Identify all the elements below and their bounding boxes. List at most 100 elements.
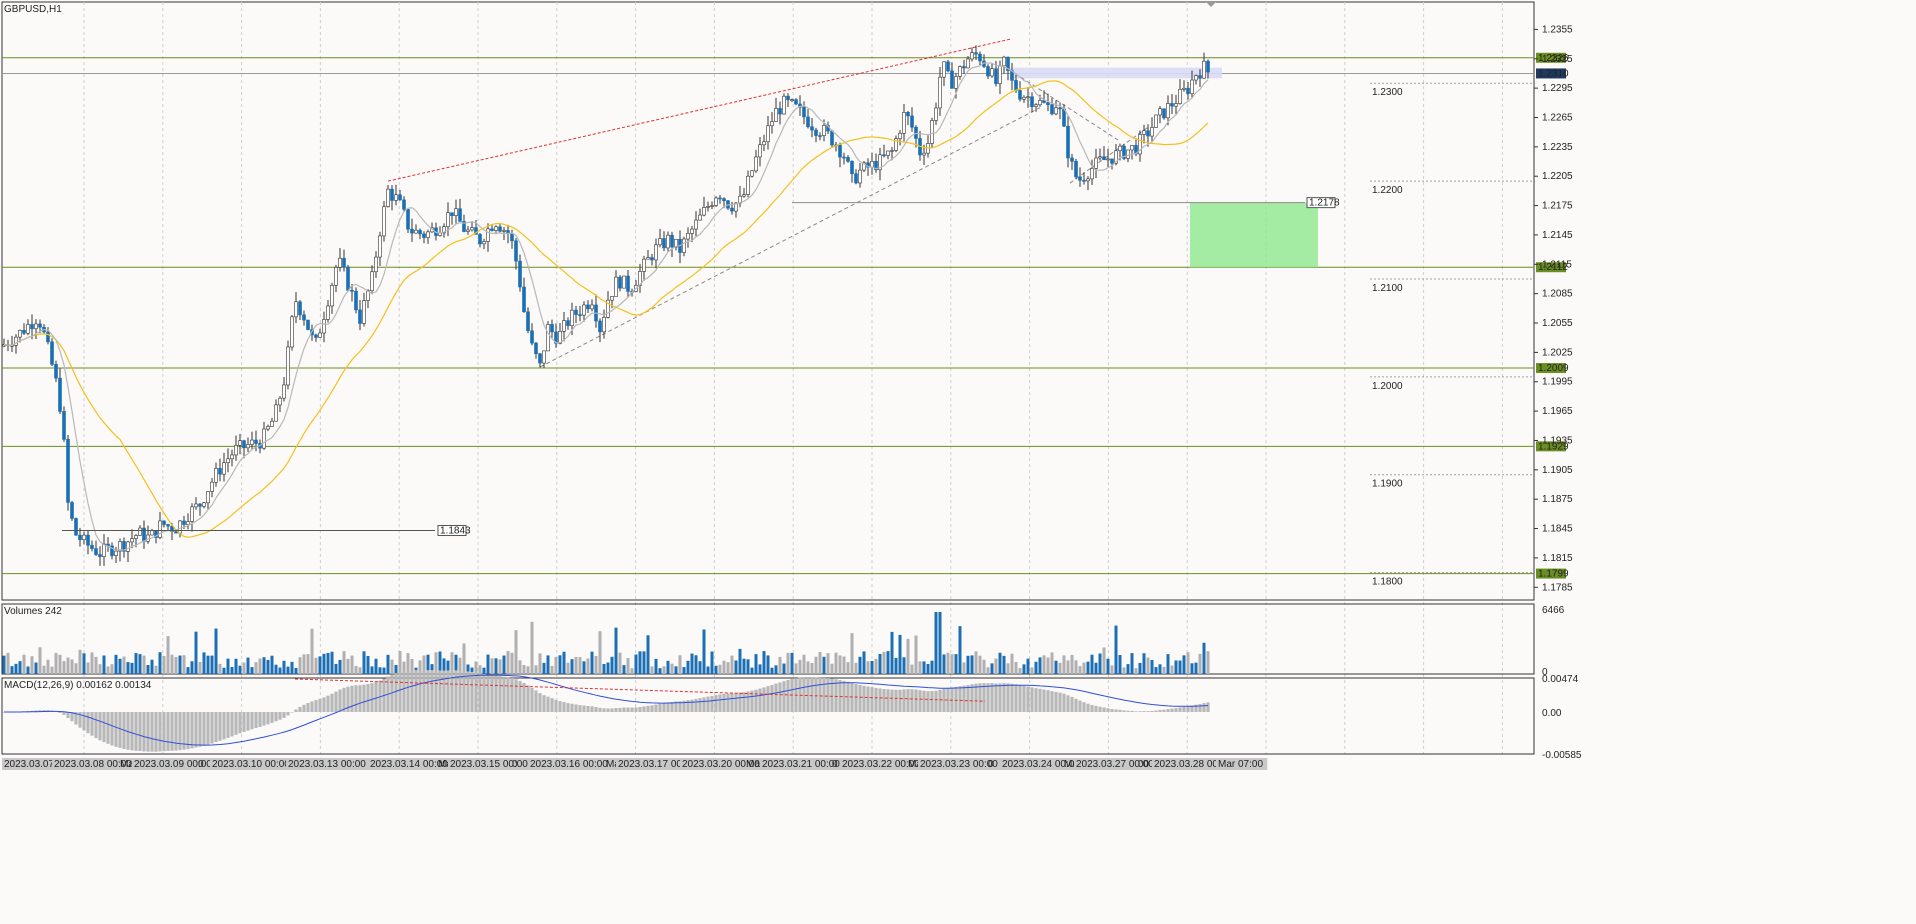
bull-candle: [870, 161, 874, 168]
volume-bar: [294, 667, 298, 674]
macd-histogram-bar: [858, 684, 862, 713]
annotation-label: 1.1843: [440, 526, 471, 537]
volume-bar: [134, 653, 138, 674]
volume-bar: [782, 663, 786, 674]
bull-candle: [666, 234, 670, 249]
volume-bar: [942, 654, 946, 674]
bear-candle: [298, 301, 302, 316]
volume-bar: [1086, 661, 1090, 674]
volume-bar: [1126, 664, 1130, 674]
volume-bar: [326, 653, 330, 674]
volume-bar: [518, 660, 522, 674]
macd-histogram-bar: [230, 712, 234, 737]
bear-candle: [254, 439, 258, 444]
macd-histogram-bar: [898, 689, 902, 713]
time-label: 2023.03.23 00:00: [920, 759, 998, 770]
volume-bar: [6, 652, 10, 674]
macd-histogram-bar: [86, 712, 90, 734]
bear-candle: [882, 154, 886, 157]
volume-bar: [958, 626, 962, 674]
macd-histogram-bar: [546, 696, 550, 713]
volume-bar: [622, 665, 626, 674]
volume-bar: [950, 654, 954, 674]
volume-bar: [306, 654, 310, 674]
volume-bar: [338, 659, 342, 674]
volume-bar: [290, 661, 294, 674]
bear-candle: [722, 198, 726, 202]
volume-bar: [482, 667, 486, 674]
bear-candle: [578, 314, 582, 316]
volume-bar: [970, 655, 974, 674]
chart-window[interactable]: 1.2300 1.2200 1.2100 1.2000 1.1900 1.1800 1.23…: [0, 0, 1916, 924]
volume-bar: [918, 661, 922, 674]
volume-bar: [1158, 664, 1162, 674]
volume-bar: [242, 662, 246, 674]
macd-histogram-bar: [1010, 683, 1014, 713]
bull-candle: [654, 244, 658, 261]
volume-bar: [1022, 664, 1026, 674]
macd-histogram-bar: [1182, 706, 1186, 713]
macd-histogram-bar: [226, 712, 230, 738]
volume-bar: [922, 661, 926, 674]
volume-bar: [670, 663, 674, 674]
volume-bar: [230, 667, 234, 674]
volume-bar: [702, 629, 706, 674]
bull-candle: [658, 238, 662, 246]
volume-bar: [1118, 654, 1122, 674]
volume-bar: [974, 651, 978, 674]
macd-histogram-bar: [262, 712, 266, 726]
bull-candle: [1002, 56, 1006, 67]
volume-bar: [1026, 658, 1030, 674]
bear-candle: [30, 324, 34, 330]
volume-bar: [50, 666, 54, 674]
volume-bar: [226, 658, 230, 674]
bear-candle: [418, 229, 422, 235]
price-tick-label: 1.1965: [1542, 406, 1573, 417]
macd-histogram-bar: [374, 681, 378, 713]
bear-candle: [626, 275, 630, 292]
volume-bar: [486, 654, 490, 674]
macd-histogram-bar: [566, 703, 570, 713]
volume-tick-label: 6466: [1542, 605, 1565, 616]
volume-bar: [626, 658, 630, 674]
volume-bar: [510, 652, 514, 674]
volume-bar: [710, 651, 714, 674]
macd-histogram-bar: [818, 677, 822, 713]
volume-bar: [310, 628, 314, 674]
gbpusd-chart[interactable]: 1.2300 1.2200 1.2100 1.2000 1.1900 1.1800 1.23…: [0, 0, 1916, 924]
macd-histogram-bar: [210, 712, 214, 744]
volume-bar: [802, 654, 806, 674]
bull-candle: [610, 296, 614, 301]
macd-histogram-bar: [870, 687, 874, 713]
bull-candle: [686, 233, 690, 240]
macd-histogram-bar: [106, 712, 110, 744]
bear-candle: [1198, 75, 1202, 79]
macd-histogram-bar: [914, 689, 918, 713]
volume-bar: [730, 655, 734, 674]
bull-candle: [758, 144, 762, 158]
volume-bar: [894, 657, 898, 674]
volume-bar: [494, 658, 498, 674]
volume-bar: [114, 654, 118, 674]
bull-candle: [582, 304, 586, 316]
macd-histogram-bar: [662, 703, 666, 713]
macd-histogram-bar: [250, 712, 254, 730]
price-tick-label: 1.2055: [1542, 318, 1573, 329]
bull-candle: [702, 207, 706, 216]
volume-bar: [110, 664, 114, 674]
bull-candle: [214, 468, 218, 483]
macd-histogram-bar: [1154, 710, 1158, 713]
macd-histogram-bar: [110, 712, 114, 746]
volume-bar: [178, 655, 182, 674]
volume-bar: [1078, 666, 1082, 674]
volume-bar: [542, 662, 546, 674]
macd-histogram-bar: [446, 670, 450, 713]
bull-candle: [1130, 145, 1134, 151]
macd-histogram-bar: [994, 683, 998, 713]
bull-candle: [414, 229, 418, 234]
macd-histogram-bar: [514, 679, 518, 713]
macd-histogram-bar: [186, 712, 190, 750]
volume-bar: [682, 667, 686, 674]
bull-candle: [202, 502, 206, 507]
volume-bar: [1050, 652, 1054, 674]
